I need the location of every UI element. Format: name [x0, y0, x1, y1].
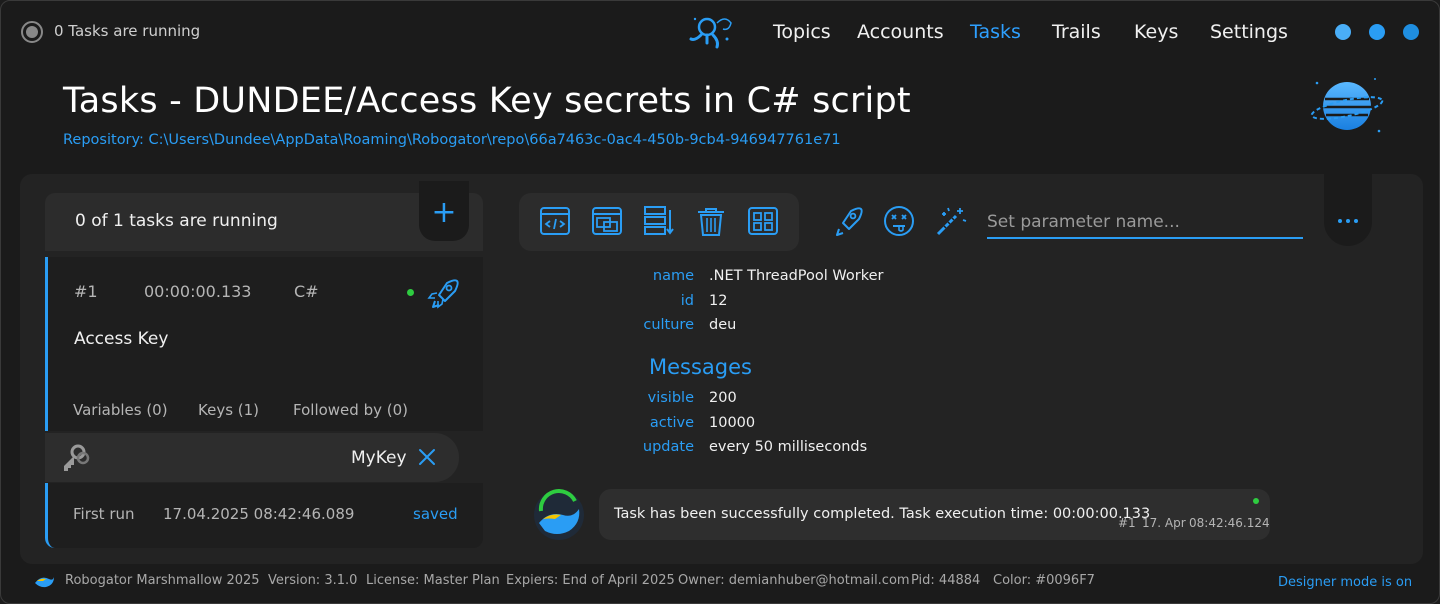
task-language: C#: [294, 282, 319, 301]
footer-version: Version: 3.1.0: [268, 573, 358, 588]
prop-key-name: name: [652, 268, 694, 284]
keys-icon: [64, 444, 90, 471]
task-status-dot: [407, 289, 414, 296]
message-date: 17. Apr: [1142, 516, 1186, 530]
prop-key-active: active: [649, 415, 694, 431]
nav-trails[interactable]: Trails: [1052, 21, 1101, 43]
footer-expires: Expiers: End of April 2025: [506, 573, 675, 588]
prop-key-visible: visible: [647, 390, 694, 406]
nav-keys[interactable]: Keys: [1134, 21, 1178, 43]
tasks-running-count: 0 of 1 tasks are running: [75, 211, 278, 231]
plus-icon: +: [431, 195, 457, 230]
prop-value-name: .NET ThreadPool Worker: [709, 268, 884, 284]
message-task: #1: [1118, 516, 1136, 530]
repository-link[interactable]: Repository: C:\Users\Dundee\AppData\Roam…: [63, 132, 841, 148]
messages-section-title: Messages: [649, 355, 752, 379]
tab-followed-by[interactable]: Followed by (0): [293, 401, 408, 419]
prop-value-update: every 50 milliseconds: [709, 439, 868, 455]
remove-key-icon[interactable]: [417, 447, 437, 467]
app-window: 0 Tasks are running Topics Accounts Task…: [0, 0, 1440, 604]
planet-icon: [1310, 78, 1384, 133]
code-window-icon[interactable]: [538, 204, 572, 238]
add-task-button[interactable]: +: [419, 181, 469, 241]
prop-key-culture: culture: [643, 317, 694, 333]
prop-value-visible: 200: [709, 390, 737, 406]
prop-value-culture: deu: [709, 317, 737, 333]
robogator-avatar: [534, 489, 584, 540]
close-button[interactable]: [1403, 24, 1419, 40]
windows-icon[interactable]: [590, 204, 624, 238]
message-text: Task has been successfully completed. Ta…: [614, 506, 1151, 522]
sort-list-icon[interactable]: [642, 204, 676, 238]
first-run-date: 17.04.2025 08:42:46.089: [163, 505, 355, 523]
rocket-icon[interactable]: [830, 204, 864, 238]
nav-accounts[interactable]: Accounts: [857, 21, 944, 43]
nav-topics[interactable]: Topics: [773, 21, 831, 43]
parameter-name-input[interactable]: [987, 207, 1303, 239]
footer-color: Color: #0096F7: [993, 573, 1095, 588]
running-status-icon: [21, 21, 43, 43]
saved-status[interactable]: saved: [413, 505, 458, 523]
key-name: MyKey: [351, 448, 407, 468]
nav-settings[interactable]: Settings: [1210, 21, 1288, 43]
trash-icon[interactable]: [694, 204, 728, 238]
footer-owner: Owner: demianhuber@hotmail.com: [678, 573, 910, 588]
running-status-text: 0 Tasks are running: [54, 22, 201, 40]
footer-license: License: Master Plan: [366, 573, 500, 588]
designer-mode-link[interactable]: Designer mode is on: [1278, 575, 1412, 590]
more-dot: [1354, 219, 1358, 223]
more-dot: [1346, 219, 1350, 223]
minimize-button[interactable]: [1335, 24, 1351, 40]
page-title: Tasks - DUNDEE/Access Key secrets in C# …: [63, 81, 911, 121]
astronaut-icon[interactable]: [687, 13, 737, 53]
dizzy-face-icon[interactable]: [882, 204, 916, 238]
prop-key-id: id: [680, 293, 694, 309]
tab-variables[interactable]: Variables (0): [73, 401, 168, 419]
nav-tasks[interactable]: Tasks: [970, 21, 1021, 43]
robogator-logo-icon: [35, 577, 54, 588]
prop-value-active: 10000: [709, 415, 756, 431]
grid-layout-icon[interactable]: [746, 204, 780, 238]
magic-wand-icon[interactable]: [934, 204, 968, 238]
run-task-rocket-icon[interactable]: [425, 275, 461, 311]
prop-value-id: 12: [709, 293, 728, 309]
maximize-button[interactable]: [1369, 24, 1385, 40]
message-time: 08:42:46.124: [1189, 516, 1270, 530]
message-status-dot: [1253, 498, 1259, 504]
more-options-button[interactable]: [1324, 174, 1372, 246]
task-number: #1: [74, 282, 98, 301]
tab-keys[interactable]: Keys (1): [198, 401, 259, 419]
prop-key-update: update: [642, 439, 694, 455]
task-name: Access Key: [74, 329, 169, 349]
footer-pid: Pid: 44884: [911, 573, 981, 588]
footer-product: Robogator Marshmallow 2025: [65, 573, 260, 588]
more-dot: [1338, 219, 1342, 223]
task-duration: 00:00:00.133: [144, 282, 252, 301]
first-run-label: First run: [73, 505, 135, 523]
